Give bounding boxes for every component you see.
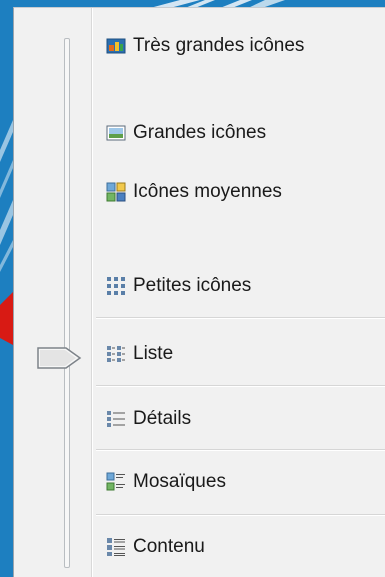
menu-item-label: Mosaïques [133, 471, 226, 492]
menu-item-large-icons[interactable]: Grandes icônes [106, 118, 266, 148]
view-size-slider[interactable] [14, 8, 91, 577]
menu-item-label: Icônes moyennes [133, 181, 282, 202]
menu-separator [96, 449, 385, 451]
menu-item-tiles[interactable]: Mosaïques [106, 467, 226, 497]
menu-item-content[interactable]: Contenu [106, 532, 205, 562]
content-view-icon [107, 538, 125, 556]
extra-large-icons-icon [106, 38, 126, 54]
medium-icons-icon [106, 182, 126, 202]
menu-item-small-icons[interactable]: Petites icônes [106, 271, 251, 301]
tiles-view-icon [106, 472, 125, 491]
list-view-icon [107, 346, 125, 362]
menu-item-medium-icons[interactable]: Icônes moyennes [106, 177, 282, 207]
menu-separator [96, 514, 385, 516]
menu-item-label: Très grandes icônes [133, 35, 305, 56]
menu-item-label: Contenu [133, 536, 205, 557]
menu-item-label: Détails [133, 408, 192, 429]
menu-item-label: Liste [133, 343, 174, 364]
view-menu: Très grandes icônes Grandes icônes Icône… [13, 7, 385, 577]
menu-item-label: Grandes icônes [133, 122, 267, 143]
menu-separator [96, 385, 385, 387]
menu-item-list[interactable]: Liste [106, 339, 173, 369]
column-separator-highlight [92, 8, 93, 577]
menu-item-details[interactable]: Détails [106, 404, 191, 434]
menu-item-label: Petites icônes [133, 275, 252, 296]
menu-separator [96, 317, 385, 319]
slider-track[interactable] [64, 38, 70, 568]
details-view-icon [107, 411, 125, 427]
large-icons-icon [106, 125, 126, 141]
slider-thumb[interactable] [36, 345, 84, 371]
menu-item-extra-large-icons[interactable]: Très grandes icônes [106, 31, 304, 61]
small-icons-icon [107, 277, 125, 295]
